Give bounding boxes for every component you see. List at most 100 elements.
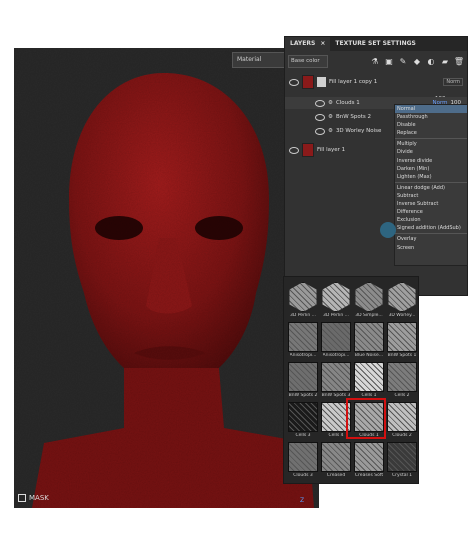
blend-mode-option[interactable]: Divide <box>395 148 467 156</box>
texture-item[interactable]: BnW Spots 2 <box>287 362 319 402</box>
texture-label: 3D Simple... <box>355 313 383 318</box>
blend-mode-select[interactable]: Norm <box>443 78 463 86</box>
tab-layers[interactable]: LAYERS × <box>285 37 331 51</box>
texture-label: BnW Spots 2 <box>288 393 318 398</box>
add-mask-icon[interactable]: ◐ <box>426 56 436 66</box>
texture-item[interactable]: Blue Noise... <box>353 322 385 362</box>
selected-texture-highlight <box>346 398 386 439</box>
effect-name: 3D Worley Noise <box>335 128 382 134</box>
texture-thumbnail <box>288 322 318 352</box>
head-model <box>14 48 319 508</box>
texture-thumbnail <box>388 282 416 312</box>
texture-item[interactable]: Cells 3 <box>287 402 319 442</box>
blend-mode-option[interactable]: Exclusion <box>395 216 467 224</box>
texture-label: Creases Soft <box>354 473 384 478</box>
mask-toggle[interactable]: MASK <box>18 494 49 502</box>
blend-mode-option[interactable]: Inverse Subtract <box>395 200 467 208</box>
add-effect-icon[interactable]: ⚗ <box>370 56 380 66</box>
texture-thumbnail <box>288 442 318 472</box>
texture-item[interactable]: Crystal 1 <box>386 442 418 482</box>
blend-mode-option[interactable]: Difference <box>395 208 467 216</box>
axis-z-label: Z <box>300 497 305 504</box>
texture-label: Anisotropi... <box>322 353 350 358</box>
texture-label: Cells 3 <box>295 433 311 438</box>
effect-icon: ⚙ <box>328 128 333 134</box>
layers-toolbar: Base color ⚗ ▣ ✎ ◆ ◐ ▰ 🗑 <box>285 51 467 71</box>
blend-mode-option[interactable]: Screen <box>395 244 467 252</box>
visibility-eye-icon[interactable] <box>315 127 325 135</box>
texture-item[interactable]: 3D Perlin ... <box>287 282 319 322</box>
blend-mode-option[interactable]: Passthrough <box>395 113 467 121</box>
texture-label: Cells 4 <box>328 433 344 438</box>
menu-separator <box>395 233 467 235</box>
close-icon[interactable]: × <box>320 40 325 47</box>
blend-mode-option[interactable]: Darken (Min) <box>395 165 467 173</box>
texture-thumbnail <box>387 442 417 472</box>
texture-item[interactable]: 3D Worley... <box>386 282 418 322</box>
texture-label: Crystal 1 <box>391 473 413 478</box>
visibility-eye-icon[interactable] <box>289 78 299 86</box>
fill-icon[interactable]: ◆ <box>412 56 422 66</box>
texture-item[interactable]: 3D Perlin ... <box>320 282 352 322</box>
visibility-eye-icon[interactable] <box>289 146 299 154</box>
paint-brush-icon[interactable]: ✎ <box>398 56 408 66</box>
texture-thumbnail <box>289 282 317 312</box>
effect-name: Clouds 1 <box>335 100 360 106</box>
layer-thumbnail <box>302 75 314 89</box>
texture-item[interactable]: Anisotropi... <box>320 322 352 362</box>
texture-thumbnail <box>322 282 350 312</box>
folder-icon[interactable]: ▰ <box>440 56 450 66</box>
texture-label: 3D Worley... <box>388 313 416 318</box>
texture-item[interactable]: BnW Spots 3 <box>320 362 352 402</box>
blend-mode-option[interactable]: Disable <box>395 121 467 129</box>
layer-name: Fill layer 1 copy 1 <box>329 79 378 85</box>
mask-label: MASK <box>29 494 49 502</box>
texture-thumbnail <box>321 362 351 392</box>
trash-icon[interactable]: 🗑 <box>454 56 464 66</box>
texture-thumbnail <box>321 442 351 472</box>
layer-thumbnail <box>302 143 314 157</box>
menu-separator <box>395 181 467 183</box>
layer-row-fill-copy[interactable]: Fill layer 1 copy 1 Norm <box>285 73 467 91</box>
visibility-eye-icon[interactable] <box>315 113 325 121</box>
add-layer-icon[interactable]: ▣ <box>384 56 394 66</box>
blend-mode-option[interactable]: Replace <box>395 129 467 137</box>
blend-mode-menu[interactable]: Normal Passthrough Disable Replace Multiply D… <box>394 104 468 266</box>
3d-viewport[interactable]: MASK Z <box>14 48 319 508</box>
texture-item[interactable]: 3D Simple... <box>353 282 385 322</box>
texture-item[interactable]: Clouds 3 <box>287 442 319 482</box>
texture-label: Anisotropi... <box>289 353 317 358</box>
blend-mode-option[interactable]: Linear dodge (Add) <box>395 184 467 192</box>
blend-mode-option[interactable]: Signed addition (AddSub) <box>395 224 467 232</box>
texture-item[interactable]: Creases Soft <box>353 442 385 482</box>
blend-mode-option[interactable]: Inverse divide <box>395 157 467 165</box>
texture-item[interactable]: Creased <box>320 442 352 482</box>
tab-texture-set-settings[interactable]: TEXTURE SET SETTINGS <box>330 37 420 51</box>
axis-gizmo: Z <box>300 497 304 504</box>
blend-mode-option[interactable]: Normal <box>395 105 467 114</box>
effect-icon: ⚙ <box>328 114 333 120</box>
mouse-cursor-icon <box>380 222 396 238</box>
texture-item[interactable]: Anisotropi... <box>287 322 319 362</box>
texture-thumbnail <box>387 322 417 352</box>
blend-mode-option[interactable]: Multiply <box>395 140 467 148</box>
texture-item[interactable]: BnW Spots 1 <box>386 322 418 362</box>
texture-item[interactable]: Cells 2 <box>386 362 418 402</box>
texture-browser: 3D Perlin ... 3D Perlin ... 3D Simple... 3D… <box>283 276 419 484</box>
texture-label: Clouds 2 <box>392 433 412 438</box>
material-select[interactable]: Material <box>232 52 292 68</box>
texture-item[interactable]: Cells 1 <box>353 362 385 402</box>
layer-name: Fill layer 1 <box>317 147 346 153</box>
effect-name: BnW Spots 2 <box>335 114 371 120</box>
visibility-eye-icon[interactable] <box>315 99 325 107</box>
channel-select[interactable]: Base color <box>288 54 328 68</box>
texture-thumbnail <box>355 282 383 312</box>
texture-label: 3D Perlin ... <box>322 313 349 318</box>
texture-thumbnail <box>288 362 318 392</box>
texture-thumbnail <box>354 362 384 392</box>
texture-item[interactable]: Clouds 2 <box>386 402 418 442</box>
blend-mode-option[interactable]: Subtract <box>395 192 467 200</box>
blend-mode-option[interactable]: Lighten (Max) <box>395 173 467 181</box>
blend-mode-option[interactable]: Overlay <box>395 235 467 243</box>
texture-thumbnail <box>387 402 417 432</box>
